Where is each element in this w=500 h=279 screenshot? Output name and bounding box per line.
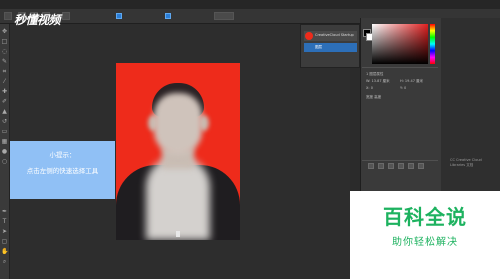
quick-selection-tool-icon[interactable]: ✎ — [1, 58, 8, 65]
brush-tool-icon[interactable]: ✐ — [1, 98, 8, 105]
properties-y: Y: 0 — [400, 86, 407, 90]
marquee-tool-icon[interactable]: □ — [1, 38, 8, 45]
portrait-photo[interactable] — [116, 63, 240, 240]
text-tool-icon[interactable]: T — [1, 218, 8, 225]
tip-body: 点击左侧的快速选择工具 — [26, 167, 99, 175]
layer-name: CreativeCloud Startup — [315, 33, 354, 37]
watermark-sub-text: 助你轻松解决 — [392, 237, 458, 248]
properties-x: X: 0 — [366, 86, 373, 90]
photo-collar — [146, 157, 210, 240]
delete-layer-icon[interactable] — [418, 163, 424, 169]
layer-thumbnail — [305, 32, 313, 40]
properties-size-labels: 宽度 高度 — [366, 95, 382, 99]
adjustment-layer-icon[interactable] — [388, 163, 394, 169]
pen-tool-icon[interactable]: ✒ — [1, 208, 8, 215]
path-selection-icon[interactable]: ➤ — [1, 228, 8, 235]
tool-preset-icon[interactable] — [4, 12, 12, 20]
libraries-caption: CC Creative Cloud Libraries 文档 — [450, 158, 482, 167]
watermark-logo-top: 秒懂视频 — [14, 13, 61, 27]
panel-divider — [362, 160, 438, 161]
auto-enhance-checkbox[interactable] — [165, 13, 171, 19]
color-picker-field[interactable] — [372, 24, 428, 64]
blur-tool-icon[interactable]: ● — [1, 148, 8, 155]
healing-tool-icon[interactable]: ✚ — [1, 88, 8, 95]
zoom-tool-icon[interactable]: ⌕ — [1, 258, 8, 265]
layers-mini-panel: CreativeCloud Startup 图层 — [300, 24, 360, 68]
sample-all-layers-checkbox[interactable] — [116, 13, 122, 19]
hand-tool-icon[interactable]: ✋ — [1, 248, 8, 255]
layer-style-icon[interactable] — [368, 163, 374, 169]
hue-slider[interactable] — [430, 24, 435, 64]
layer-row[interactable]: CreativeCloud Startup — [304, 31, 357, 41]
lasso-tool-icon[interactable]: ◌ — [1, 48, 8, 55]
history-brush-icon[interactable]: ↺ — [1, 118, 8, 125]
photo-face-blurred — [154, 93, 202, 155]
tip-box: 小提示： 点击左侧的快速选择工具 — [10, 141, 115, 199]
shape-tool-icon[interactable]: ▢ — [1, 238, 8, 245]
watermark-box: 百科全说 助你轻松解决 — [350, 191, 500, 279]
photo-zipper — [176, 231, 180, 237]
eraser-tool-icon[interactable]: ▭ — [1, 128, 8, 135]
properties-width: W: 13.87 厘米 — [366, 79, 390, 83]
tip-title: 小提示： — [49, 151, 76, 159]
properties-title: 1 图层属性 — [366, 72, 384, 76]
group-icon[interactable] — [398, 163, 404, 169]
brush-size-icon[interactable] — [62, 12, 70, 20]
gradient-tool-icon[interactable]: ▦ — [1, 138, 8, 145]
new-layer-icon[interactable] — [408, 163, 414, 169]
layer-name-selected: 图层 — [315, 45, 322, 49]
dodge-tool-icon[interactable]: ○ — [1, 158, 8, 165]
tools-panel: ✥ □ ◌ ✎ ⌗ ⁄ ✚ ✐ ▲ ↺ ▭ ▦ ● ○ ✒ T ➤ ▢ ✋ ⌕ — [0, 24, 10, 279]
layer-row-selected[interactable]: 图层 — [304, 43, 357, 52]
crop-tool-icon[interactable]: ⌗ — [1, 68, 8, 75]
watermark-main-text: 百科全说 — [383, 205, 467, 229]
panel-divider — [362, 67, 438, 68]
layer-mask-icon[interactable] — [378, 163, 384, 169]
eyedropper-tool-icon[interactable]: ⁄ — [1, 78, 8, 85]
move-tool-icon[interactable]: ✥ — [1, 28, 8, 35]
menu-bar — [0, 0, 500, 9]
stamp-tool-icon[interactable]: ▲ — [1, 108, 8, 115]
refine-edge-button[interactable] — [214, 12, 234, 20]
properties-height: H: 19.47 厘米 — [400, 79, 424, 83]
